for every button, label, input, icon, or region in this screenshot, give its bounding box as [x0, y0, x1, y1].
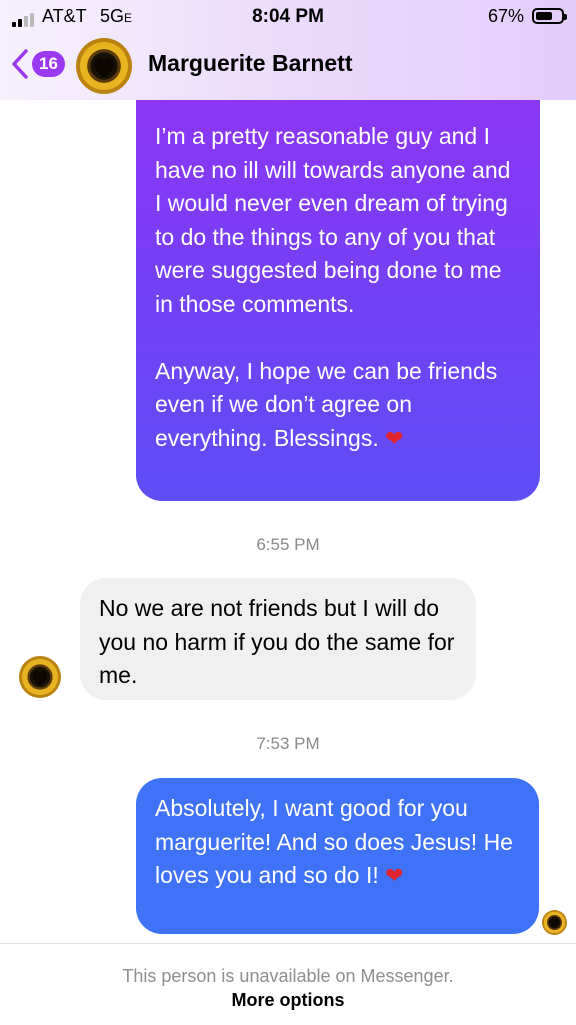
sender-avatar[interactable] — [19, 656, 61, 698]
outgoing-message[interactable]: Absolutely, I want good for you margueri… — [136, 778, 539, 934]
read-receipt-avatar — [542, 910, 567, 935]
sunflower-heart-icon — [94, 57, 114, 78]
sunflower-heart-icon — [32, 670, 48, 686]
message-paragraph: I’m a pretty reasonable guy and I have n… — [155, 123, 511, 317]
heart-emoji: ❤ — [385, 863, 404, 888]
heart-emoji: ❤ — [385, 425, 404, 451]
contact-avatar[interactable] — [76, 38, 132, 94]
battery-icon — [532, 8, 567, 24]
message-text: Absolutely, I want good for you margueri… — [155, 795, 513, 888]
footer: This person is unavailable on Messenger.… — [0, 943, 576, 1025]
unavailable-notice: This person is unavailable on Messenger. — [122, 966, 454, 986]
battery-percent: 67% — [487, 6, 524, 26]
timestamp: 6:55 PM — [256, 535, 320, 554]
top-bar: AT&T 5GE 8:04 PM 67% 16 Marguerite Barne… — [0, 0, 576, 100]
message-paragraph: Anyway, I hope we can be friends even if… — [155, 357, 498, 451]
outgoing-message[interactable]: I’m a pretty reasonable guy and I have n… — [136, 80, 540, 501]
status-bar: AT&T 5GE 8:04 PM 67% — [0, 0, 576, 34]
timestamp: 7:53 PM — [256, 734, 320, 753]
chevron-left-icon — [12, 49, 28, 79]
back-button[interactable]: 16 — [10, 48, 65, 80]
contact-name[interactable]: Marguerite Barnett — [148, 50, 352, 77]
incoming-message[interactable]: No we are not friends but I will do you … — [80, 578, 476, 700]
more-options-button[interactable]: More options — [0, 990, 576, 1011]
sunflower-heart-icon — [550, 918, 559, 928]
unread-count-badge: 16 — [32, 51, 65, 77]
